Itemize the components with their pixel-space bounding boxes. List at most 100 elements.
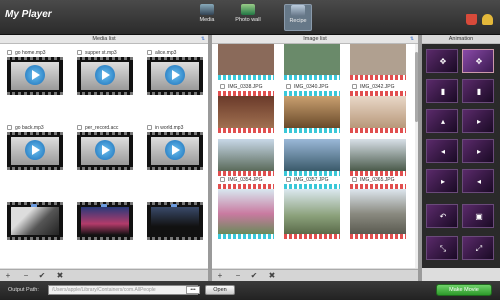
media-checkbox[interactable] (147, 50, 152, 55)
media-item[interactable] (77, 202, 133, 240)
media-item-label: supper st.mp3 (85, 50, 117, 56)
image-thumbnail (284, 96, 340, 128)
play-icon (95, 140, 115, 160)
media-checkbox[interactable] (77, 50, 82, 55)
media-list-title: Media list (92, 36, 116, 42)
image-item[interactable]: IMG_0357.JPG (284, 177, 340, 239)
media-item[interactable] (147, 202, 203, 240)
media-item[interactable]: alice.mp3 (147, 49, 203, 95)
make-movie-button[interactable]: Make Movie (436, 284, 492, 296)
image-list-header: Image list ⇅ (212, 35, 418, 44)
media-item[interactable]: go back.mp3 (7, 124, 63, 170)
add-image-button[interactable]: + (216, 271, 224, 280)
media-checkbox[interactable] (7, 125, 12, 130)
recipe-icon (291, 5, 305, 16)
image-item[interactable] (218, 44, 274, 80)
add-media-button[interactable]: + (4, 271, 12, 280)
animation-tile[interactable]: ▸ (426, 169, 458, 193)
image-checkbox[interactable] (220, 177, 225, 182)
register-key-icon[interactable] (482, 14, 493, 25)
image-thumbnail (350, 139, 406, 171)
image-item-label: IMG_0338.JPG (228, 84, 263, 90)
video-thumbnail (77, 202, 133, 240)
animation-tile[interactable]: ▮ (426, 79, 458, 103)
media-item[interactable]: supper st.mp3 (77, 49, 133, 95)
media-item[interactable]: per_record.acc (77, 124, 133, 170)
output-path-label: Output Path: (8, 287, 39, 293)
animation-tile[interactable]: ⤢ (462, 236, 494, 260)
media-list-panel: go home.mp3 supper st.mp3 alice.mp3 go b… (0, 44, 208, 268)
animation-effect-icon: ▴ (440, 117, 445, 126)
select-all-media-button[interactable]: ✔ (38, 271, 46, 280)
shopping-cart-icon[interactable] (466, 14, 477, 25)
media-checkbox[interactable] (7, 50, 12, 55)
image-item[interactable] (218, 139, 274, 176)
image-item[interactable]: IMG_0340.JPG (284, 84, 340, 133)
animation-effect-icon: ✥ (439, 57, 447, 66)
animation-tile[interactable]: ↶ (426, 204, 458, 228)
image-list-options-icon[interactable]: ⇅ (409, 36, 415, 42)
image-item[interactable] (350, 139, 406, 176)
animation-effect-icon: ▸ (476, 147, 481, 156)
image-list-title: Image list (303, 36, 327, 42)
play-icon (25, 140, 45, 160)
media-item-label: go home.mp3 (15, 50, 46, 56)
clear-media-button[interactable]: ✖ (56, 271, 64, 280)
image-item[interactable]: IMG_0354.JPG (218, 177, 274, 239)
play-icon (95, 65, 115, 85)
animation-tile[interactable]: ▣ (462, 204, 494, 228)
image-thumbnail (218, 139, 274, 171)
image-item[interactable] (350, 44, 406, 80)
tab-photo-wall[interactable]: Photo wall (231, 4, 265, 31)
animation-tile[interactable]: ▮ (462, 79, 494, 103)
image-toolbar: + − ✔ ✖ (212, 269, 418, 281)
panel-divider[interactable] (208, 35, 212, 281)
media-checkbox[interactable] (77, 125, 82, 130)
animation-effect-icon: ◂ (440, 147, 445, 156)
app-title: My Player (5, 9, 52, 20)
select-all-images-button[interactable]: ✔ (250, 271, 258, 280)
animation-tile[interactable]: ⤡ (426, 236, 458, 260)
animation-tile[interactable]: ▸ (462, 139, 494, 163)
panel-divider[interactable] (418, 35, 422, 281)
animation-tile[interactable]: ▸ (462, 109, 494, 133)
animation-tile[interactable]: ▴ (426, 109, 458, 133)
image-item[interactable] (284, 44, 340, 80)
media-item[interactable]: go home.mp3 (7, 49, 63, 95)
media-list-options-icon[interactable]: ⇅ (200, 36, 206, 42)
image-checkbox[interactable] (352, 84, 357, 89)
remove-media-button[interactable]: − (22, 271, 30, 280)
animation-title: Animation (448, 36, 474, 42)
image-checkbox[interactable] (286, 84, 291, 89)
media-thumbnail (7, 57, 63, 95)
animation-tile[interactable]: ◂ (462, 169, 494, 193)
image-item[interactable]: IMG_0365.JPG (350, 177, 406, 239)
media-icon (200, 4, 214, 15)
browse-button[interactable]: ••• (186, 286, 200, 294)
media-item[interactable]: in world.mp3 (147, 124, 203, 170)
tab-media[interactable]: Media (196, 4, 218, 31)
media-item-label: alice.mp3 (155, 50, 177, 56)
animation-tile[interactable]: ◂ (426, 139, 458, 163)
image-item[interactable]: IMG_0342.JPG (350, 84, 406, 133)
media-item[interactable] (7, 202, 63, 240)
image-item[interactable]: IMG_0338.JPG (218, 84, 274, 133)
animation-panel: ✥ ✥ ▮ ▮ ▴ ▸ ◂ ▸ ▸ ◂ ↶ ▣ ⤡ ⤢ (422, 44, 500, 268)
image-item-label: IMG_0365.JPG (360, 177, 395, 183)
media-thumbnail (77, 57, 133, 95)
tab-recipe[interactable]: Recipe (284, 4, 312, 31)
open-button[interactable]: Open (205, 285, 235, 295)
image-checkbox[interactable] (286, 177, 291, 182)
image-thumbnail (350, 96, 406, 128)
output-path-field[interactable]: /Users/apple/Library/Containers/com.AllP… (48, 285, 198, 295)
animation-tile[interactable]: ✥ (426, 49, 458, 73)
remove-image-button[interactable]: − (234, 271, 242, 280)
image-thumbnail (218, 189, 274, 234)
animation-tile[interactable]: ✥ (462, 49, 494, 73)
image-item[interactable] (284, 139, 340, 176)
animation-effect-icon: ▮ (440, 87, 446, 96)
media-checkbox[interactable] (147, 125, 152, 130)
clear-images-button[interactable]: ✖ (268, 271, 276, 280)
image-checkbox[interactable] (352, 177, 357, 182)
image-checkbox[interactable] (220, 84, 225, 89)
